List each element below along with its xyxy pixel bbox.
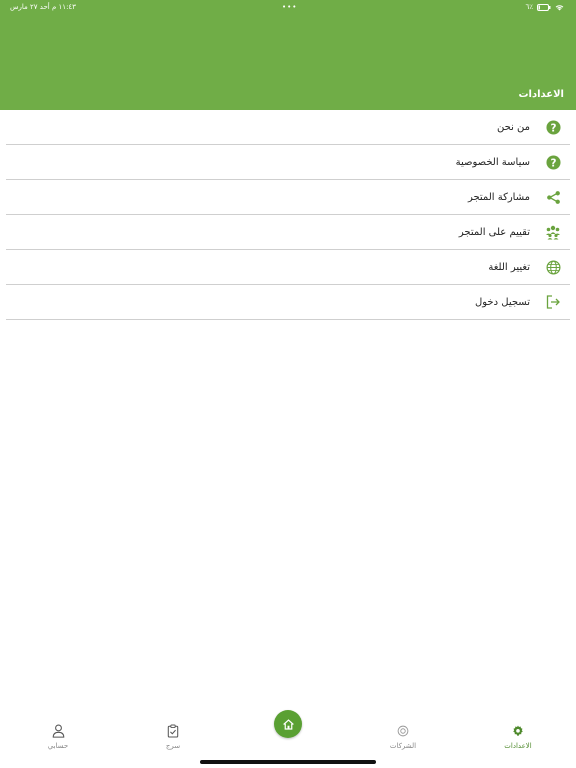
- settings-item-share[interactable]: مشاركة المتجر: [6, 180, 570, 215]
- svg-text:?: ?: [550, 157, 556, 169]
- companies-icon: [397, 725, 409, 737]
- app-header: الاعدادات: [0, 14, 576, 110]
- settings-item-privacy[interactable]: ? سياسة الخصوصية: [6, 145, 570, 180]
- settings-item-label: تسجيل دخول: [475, 296, 530, 308]
- tab-label: حسابي: [47, 742, 69, 750]
- tab-label: سرج: [165, 742, 181, 750]
- tab-label: الشركات: [389, 742, 417, 750]
- tab-account[interactable]: حسابي: [23, 722, 93, 750]
- gear-icon: [513, 725, 523, 736]
- battery-icon: [537, 3, 551, 11]
- tab-companies[interactable]: الشركات: [368, 722, 438, 750]
- status-indicators: ٦٪: [525, 0, 564, 14]
- settings-item-about[interactable]: ? من نحن: [6, 110, 570, 145]
- group-icon: [544, 223, 562, 241]
- user-icon: [52, 724, 64, 738]
- clipboard-check-icon: [167, 724, 179, 738]
- tab-settings[interactable]: الاعدادات: [483, 722, 553, 750]
- battery-percent: ٦٪: [525, 3, 533, 11]
- settings-item-label: سياسة الخصوصية: [455, 156, 530, 168]
- tab-label: الاعدادات: [504, 742, 532, 750]
- settings-item-rate[interactable]: تقييم على المتجر: [6, 215, 570, 250]
- settings-list: ? من نحن ? سياسة الخصوصية مشاركة المتجر: [6, 110, 570, 320]
- page-title: الاعدادات: [518, 89, 564, 100]
- tab-cart[interactable]: سرج: [138, 722, 208, 750]
- settings-item-label: مشاركة المتجر: [467, 191, 530, 203]
- share-icon: [544, 188, 562, 206]
- globe-icon: [544, 258, 562, 276]
- home-icon: [282, 718, 294, 730]
- wifi-icon: [555, 4, 564, 10]
- multitask-dots: •••: [282, 3, 298, 11]
- home-indicator: [200, 760, 376, 764]
- settings-item-language[interactable]: تغيير اللغة: [6, 250, 570, 285]
- settings-item-label: من نحن: [497, 121, 530, 133]
- settings-item-login[interactable]: تسجيل دخول: [6, 285, 570, 320]
- question-icon: ?: [544, 118, 562, 136]
- bottom-tab-bar: الاعدادات الشركات سرج حسابي: [0, 706, 576, 768]
- settings-item-label: تغيير اللغة: [488, 261, 530, 273]
- settings-item-label: تقييم على المتجر: [458, 226, 530, 238]
- login-icon: [544, 293, 562, 311]
- status-bar: ١١:٤٣ م أحد ٢٧ مارس ••• ٦٪: [0, 0, 576, 14]
- status-time-date: ١١:٤٣ م أحد ٢٧ مارس: [10, 3, 76, 11]
- svg-text:?: ?: [550, 122, 556, 134]
- question-icon: ?: [544, 153, 562, 171]
- home-button[interactable]: [274, 710, 302, 738]
